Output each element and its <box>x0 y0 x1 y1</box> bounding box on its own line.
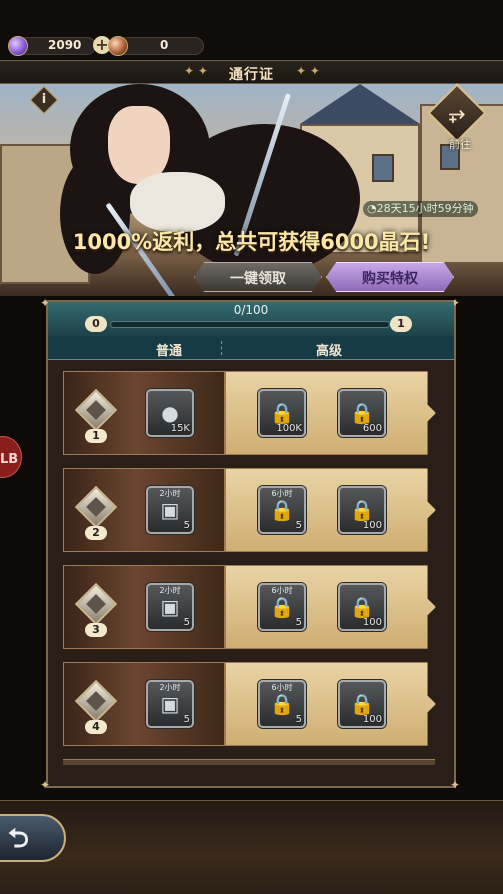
item-count: 15K <box>170 423 190 434</box>
door-icon[interactable]: ⥅ <box>436 92 478 134</box>
item-count: 5 <box>295 617 302 628</box>
crystal-value: 2090 <box>48 38 82 52</box>
locked-gem-shard-icon-glyph: 🔒 <box>349 401 375 425</box>
locked-gem-shard-icon-glyph: 🔒 <box>349 498 375 522</box>
current-level-badge: 0 <box>85 316 107 332</box>
info-icon[interactable]: i <box>34 90 54 110</box>
item-count: 100 <box>362 714 382 725</box>
item-count: 5 <box>183 714 190 725</box>
locked-gem-shard-icon-glyph: 🔒 <box>349 595 375 619</box>
page-title: 通行证 <box>229 67 274 83</box>
side-badge-text[interactable]: LB <box>0 452 18 467</box>
item-count: 100K <box>276 423 302 434</box>
item-duration-tag: 6小时 <box>271 586 293 595</box>
promo-text: 1000%返利，总共可获得6000晶石! <box>72 230 431 254</box>
time-chest-icon-glyph: ▣ <box>160 595 180 619</box>
secondary-currency-value: 0 <box>160 38 169 52</box>
locked-gem-shard-icon-glyph: 🔒 <box>349 692 375 716</box>
row-level-number: 1 <box>85 429 107 443</box>
background-roof <box>300 84 420 124</box>
back-arrow-icon[interactable]: ⮌ <box>8 820 29 864</box>
row-level-number: 4 <box>85 720 107 734</box>
time-chest-icon-glyph: ▣ <box>160 498 180 522</box>
locked-time-chest-icon-glyph: 🔒 <box>269 498 295 522</box>
crystal-orb-icon-glyph: ● <box>161 401 179 425</box>
buy-privilege-label[interactable]: 购买特权 <box>326 268 454 288</box>
premium-reward-row <box>225 662 436 746</box>
progress-text: 0/100 <box>233 303 269 317</box>
item-count: 5 <box>295 714 302 725</box>
item-count: 5 <box>183 617 190 628</box>
time-chest-icon-glyph: ▣ <box>160 692 180 716</box>
column-header <box>48 336 454 360</box>
next-level-badge: 1 <box>390 316 412 332</box>
title-bar: ✦ ✦ 通行证 ✦ ✦ <box>0 60 503 84</box>
secondary-currency-icon <box>108 36 128 56</box>
locked-time-chest-icon-glyph: 🔒 <box>269 692 295 716</box>
title-deco-right: ✦ ✦ <box>296 64 320 78</box>
go-label[interactable]: 前往 <box>436 136 484 152</box>
locked-time-chest-icon-glyph: 🔒 <box>269 595 295 619</box>
item-duration-tag: 2小时 <box>159 683 181 692</box>
item-duration-tag: 6小时 <box>271 489 293 498</box>
progress-track <box>110 321 390 328</box>
row-level-number: 2 <box>85 526 107 540</box>
row-level-number: 3 <box>85 623 107 637</box>
free-column-label: 普通 <box>156 344 183 359</box>
next-row-peek <box>63 759 435 765</box>
premium-reward-row <box>225 371 436 455</box>
character-fur-collar <box>130 172 225 232</box>
corner-star-icon: ✦ <box>450 778 461 792</box>
premium-column-label: 高级 <box>316 344 343 359</box>
countdown-timer: ◔28天15小时59分钟 <box>363 201 478 217</box>
crystal-icon <box>8 36 28 56</box>
currency-bar: 2090 + 0 <box>0 0 503 62</box>
column-divider <box>221 341 222 355</box>
item-duration-tag: 2小时 <box>159 489 181 498</box>
item-count: 100 <box>362 520 382 531</box>
item-count: 5 <box>183 520 190 531</box>
item-count: 5 <box>295 520 302 531</box>
premium-reward-row <box>225 468 436 552</box>
locked-crystal-orb-icon-glyph: 🔒 <box>269 401 295 425</box>
clock-icon: ◔ <box>367 202 377 215</box>
item-duration-tag: 6小时 <box>271 683 293 692</box>
corner-star-icon: ✦ <box>40 778 51 792</box>
item-count: 100 <box>362 617 382 628</box>
item-count: 600 <box>362 423 382 434</box>
timer-text: 28天15小时59分钟 <box>376 202 474 215</box>
item-duration-tag: 2小时 <box>159 586 181 595</box>
premium-reward-row <box>225 565 436 649</box>
footer-bar <box>0 800 503 894</box>
background-window <box>372 154 394 182</box>
claim-all-label[interactable]: 一键领取 <box>194 268 322 288</box>
